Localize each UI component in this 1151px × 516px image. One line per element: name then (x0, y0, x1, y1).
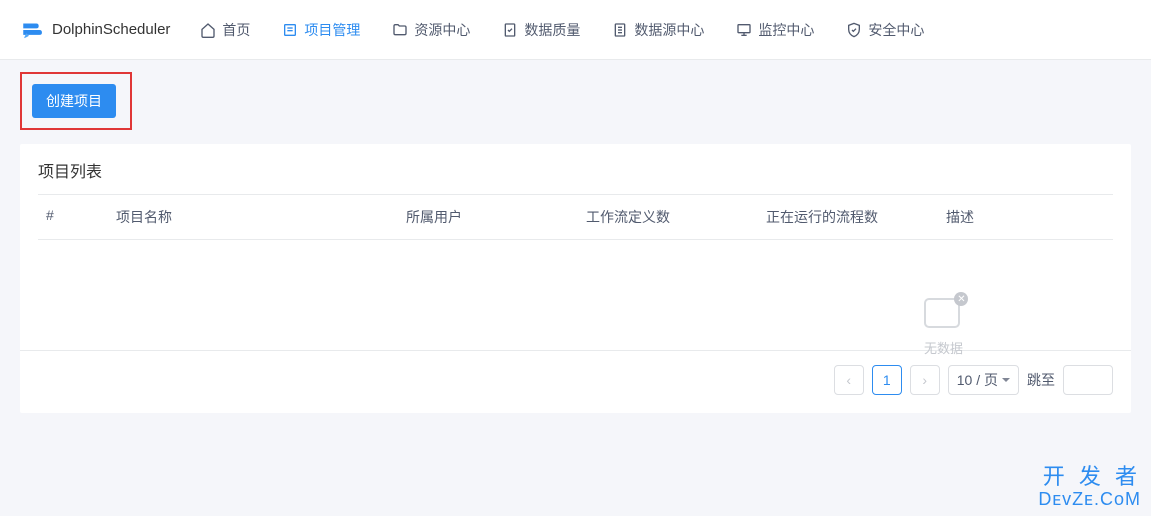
nav-home[interactable]: 首页 (200, 20, 250, 40)
table-header-row: # 项目名称 所属用户 工作流定义数 正在运行的流程数 描述 (38, 194, 1113, 240)
pagination: ‹ 1 › 10 / 页 跳至 (20, 350, 1131, 413)
card-title: 项目列表 (20, 144, 1131, 194)
main-nav: 首页 项目管理 资源中心 数据质量 数据源中心 监控中心 安全中心 (200, 20, 924, 40)
nav-label: 数据源中心 (634, 20, 704, 40)
empty-state: ✕ 无数据 (38, 240, 1113, 350)
prev-page-button[interactable]: ‹ (834, 365, 864, 395)
list-icon (282, 22, 298, 38)
jump-page-input[interactable] (1063, 365, 1113, 395)
chevron-left-icon: ‹ (846, 372, 851, 388)
nav-resource[interactable]: 资源中心 (392, 20, 470, 40)
nav-security[interactable]: 安全中心 (846, 20, 924, 40)
brand-name: DolphinScheduler (52, 21, 170, 38)
column-running-count: 正在运行的流程数 (758, 207, 938, 227)
column-workflow-count: 工作流定义数 (578, 207, 758, 227)
nav-label: 首页 (222, 20, 250, 40)
column-description: 描述 (938, 207, 1113, 227)
next-page-button[interactable]: › (910, 365, 940, 395)
nav-project[interactable]: 项目管理 (282, 20, 360, 40)
nav-label: 项目管理 (304, 20, 360, 40)
watermark-line1: 开 发 者 (1038, 464, 1141, 489)
close-badge-icon: ✕ (954, 292, 968, 306)
chevron-right-icon: › (922, 372, 927, 388)
database-icon (612, 22, 628, 38)
column-user: 所属用户 (398, 207, 578, 227)
toolbar: 创建项目 (0, 60, 1151, 144)
document-check-icon (502, 22, 518, 38)
project-list-card: 项目列表 # 项目名称 所属用户 工作流定义数 正在运行的流程数 描述 ✕ 无数… (20, 144, 1131, 413)
nav-datasource[interactable]: 数据源中心 (612, 20, 704, 40)
column-index: # (38, 207, 108, 227)
folder-icon (392, 22, 408, 38)
nav-quality[interactable]: 数据质量 (502, 20, 580, 40)
create-project-button[interactable]: 创建项目 (32, 84, 116, 118)
nav-label: 监控中心 (758, 20, 814, 40)
dolphin-logo-icon (20, 17, 46, 43)
column-name: 项目名称 (108, 207, 398, 227)
page-size-label: 10 / 页 (957, 370, 998, 390)
empty-icon: ✕ (924, 298, 962, 330)
annotation-highlight: 创建项目 (20, 72, 132, 130)
page-size-select[interactable]: 10 / 页 (948, 365, 1019, 395)
monitor-icon (736, 22, 752, 38)
top-header: DolphinScheduler 首页 项目管理 资源中心 数据质量 数据源中心… (0, 0, 1151, 60)
nav-monitor[interactable]: 监控中心 (736, 20, 814, 40)
nav-label: 安全中心 (868, 20, 924, 40)
nav-label: 数据质量 (524, 20, 580, 40)
watermark: 开 发 者 DᴇᴠZᴇ.CᴏM (1038, 464, 1141, 510)
watermark-line2: DᴇᴠZᴇ.CᴏM (1038, 489, 1141, 510)
logo[interactable]: DolphinScheduler (20, 17, 170, 43)
table: # 项目名称 所属用户 工作流定义数 正在运行的流程数 描述 ✕ 无数据 (20, 194, 1131, 350)
jump-label: 跳至 (1027, 370, 1055, 390)
shield-icon (846, 22, 862, 38)
page-number-button[interactable]: 1 (872, 365, 902, 395)
nav-label: 资源中心 (414, 20, 470, 40)
empty-text: 无数据 (924, 338, 963, 357)
home-icon (200, 22, 216, 38)
